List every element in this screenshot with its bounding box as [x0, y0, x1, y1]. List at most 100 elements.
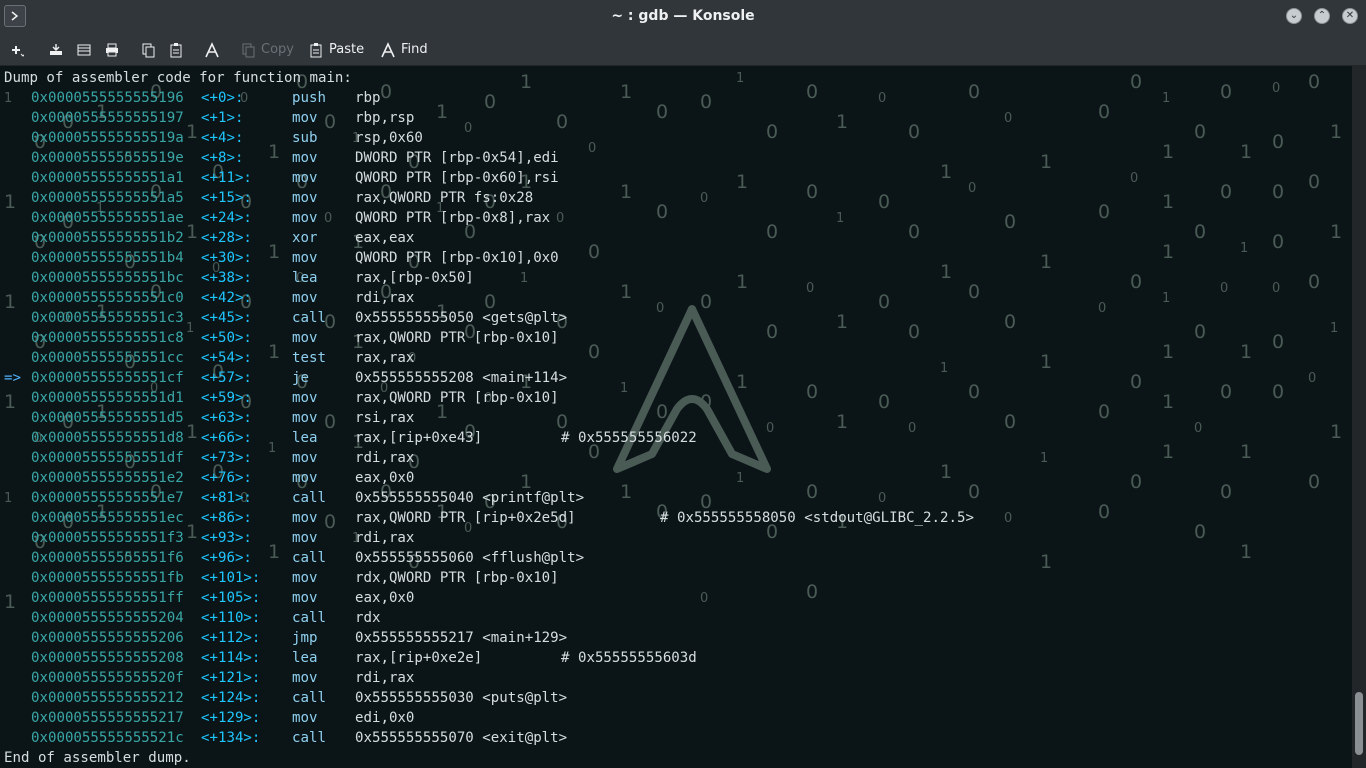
instruction-operands: rbp,rsp: [355, 110, 415, 126]
instruction-mnemonic: call: [292, 730, 326, 746]
instruction-mnemonic: mov: [292, 470, 318, 486]
instruction-operands: 0x555555555208 <main+114>: [355, 370, 568, 386]
instruction-address: 0x00005555555551c0: [31, 290, 184, 306]
instruction-row: 0x00005555555551f6 <+96>: call 0x5555555550…: [4, 548, 1344, 568]
instruction-mnemonic: sub: [292, 130, 318, 146]
instruction-row: 0x0000555555555206 <+112>: jmp 0x5555555552…: [4, 628, 1344, 648]
instruction-mnemonic: mov: [292, 150, 318, 166]
maximize-icon: ⌃: [1317, 10, 1327, 21]
instruction-operands: rdi,rax: [355, 290, 415, 306]
paste-button-icon-only[interactable]: [168, 40, 184, 59]
instruction-mnemonic: test: [292, 350, 326, 366]
instruction-mnemonic: push: [292, 90, 326, 106]
instruction-operands: rsi,rax: [355, 410, 415, 426]
split-view-icon: [48, 42, 64, 58]
instruction-mnemonic: je: [292, 370, 309, 386]
instruction-mnemonic: call: [292, 690, 326, 706]
instruction-offset: <+66>:: [201, 430, 252, 446]
view-button[interactable]: [76, 40, 92, 59]
paste-button[interactable]: Paste: [308, 40, 364, 59]
new-tab-icon: [8, 42, 24, 58]
instruction-offset: <+86>:: [201, 510, 252, 526]
find-button-icon-only[interactable]: [204, 40, 220, 59]
instruction-address: 0x0000555555555212: [31, 690, 184, 706]
instruction-operands: 0x555555555060 <fflush@plt>: [355, 550, 585, 566]
instruction-comment: # 0x555555558050 <stdout@GLIBC_2.2.5>: [660, 510, 974, 526]
scrollbar-thumb[interactable]: [1355, 692, 1363, 755]
instruction-operands: rdi,rax: [355, 530, 415, 546]
instruction-offset: <+121>:: [201, 670, 261, 686]
instruction-address: 0x00005555555551a5: [31, 190, 184, 206]
instruction-address: 0x000055555555520f: [31, 670, 184, 686]
scrollbar[interactable]: [1352, 66, 1366, 768]
instruction-row: 0x00005555555551d5 <+63>: mov rsi,rax: [4, 408, 1344, 428]
instruction-offset: <+0>:: [201, 90, 244, 106]
instruction-offset: <+105>:: [201, 590, 261, 606]
close-button[interactable]: ✕: [1342, 8, 1358, 24]
instruction-offset: <+129>:: [201, 710, 261, 726]
instruction-address: 0x00005555555551e7: [31, 490, 184, 506]
title-bar[interactable]: ~ : gdb — Konsole ⌄ ⌃ ✕: [0, 0, 1366, 34]
maximize-button[interactable]: ⌃: [1314, 8, 1330, 24]
instruction-address: 0x00005555555551d5: [31, 410, 184, 426]
dump-header: Dump of assembler code for function main…: [4, 70, 352, 86]
instruction-address: 0x00005555555551cc: [31, 350, 184, 366]
instruction-address: 0x0000555555555196: [31, 90, 184, 106]
instruction-operands: rax,QWORD PTR fs:0x28: [355, 190, 534, 206]
instruction-operands: 0x555555555217 <main+129>: [355, 630, 568, 646]
instruction-row: 0x00005555555551c3 <+45>: call 0x5555555550…: [4, 308, 1344, 328]
find-button[interactable]: Find: [380, 40, 428, 59]
instruction-row: 0x0000555555555212 <+124>: call 0x555555555…: [4, 688, 1344, 708]
copy-button-icon-only[interactable]: [140, 40, 156, 59]
copy-button[interactable]: Copy: [240, 40, 294, 59]
instruction-row: 0x00005555555551f3 <+93>: mov rdi,rax: [4, 528, 1344, 548]
current-instruction-marker: =>: [4, 370, 21, 386]
instruction-offset: <+112>:: [201, 630, 261, 646]
instruction-row: 0x000055555555519e <+8>: mov DWORD PTR [rbp…: [4, 148, 1344, 168]
instruction-operands: rdi,rax: [355, 450, 415, 466]
instruction-row: 0x00005555555551b2 <+28>: xor eax,eax: [4, 228, 1344, 248]
instruction-operands: rax,QWORD PTR [rbp-0x10]: [355, 390, 559, 406]
instruction-address: 0x00005555555551bc: [31, 270, 184, 286]
instruction-operands: 0x555555555030 <puts@plt>: [355, 690, 568, 706]
instruction-address: 0x00005555555551c3: [31, 310, 184, 326]
instruction-row: 0x0000555555555204 <+110>: call rdx: [4, 608, 1344, 628]
instruction-mnemonic: jmp: [292, 630, 318, 646]
instruction-address: 0x0000555555555206: [31, 630, 184, 646]
instruction-offset: <+1>:: [201, 110, 244, 126]
instruction-operands: 0x555555555050 <gets@plt>: [355, 310, 568, 326]
dump-footer: End of assembler dump.: [4, 750, 191, 766]
instruction-mnemonic: mov: [292, 390, 318, 406]
instruction-offset: <+114>:: [201, 650, 261, 666]
instruction-mnemonic: call: [292, 490, 326, 506]
instruction-mnemonic: mov: [292, 210, 318, 226]
instruction-address: 0x000055555555519e: [31, 150, 184, 166]
instruction-offset: <+11>:: [201, 170, 252, 186]
instruction-row: 0x00005555555551a1 <+11>: mov QWORD PTR [rb…: [4, 168, 1344, 188]
instruction-row: 0x00005555555551fb <+101>: mov rdx,QWORD PT…: [4, 568, 1344, 588]
new-tab-button[interactable]: [8, 40, 24, 59]
instruction-row: 0x000055555555521c <+134>: call 0x555555555…: [4, 728, 1344, 748]
instruction-mnemonic: mov: [292, 170, 318, 186]
copy-icon: [140, 42, 156, 58]
instruction-row: 0x00005555555551ff <+105>: mov eax,0x0: [4, 588, 1344, 608]
copy-icon: [240, 42, 256, 58]
instruction-address: 0x00005555555551d8: [31, 430, 184, 446]
instruction-offset: <+57>:: [201, 370, 252, 386]
instruction-operands: eax,0x0: [355, 590, 415, 606]
instruction-address: 0x00005555555551a1: [31, 170, 184, 186]
instruction-row: 0x0000555555555217 <+129>: mov edi,0x0: [4, 708, 1344, 728]
instruction-offset: <+73>:: [201, 450, 252, 466]
instruction-address: 0x0000555555555217: [31, 710, 184, 726]
terminal-view[interactable]: 1111110000000000111110000000000111110000…: [0, 66, 1352, 768]
instruction-mnemonic: mov: [292, 110, 318, 126]
instruction-address: 0x000055555555519a: [31, 130, 184, 146]
split-view-button[interactable]: [48, 40, 64, 59]
minimize-button[interactable]: ⌄: [1286, 8, 1302, 24]
instruction-address: 0x000055555555521c: [31, 730, 184, 746]
instruction-mnemonic: lea: [292, 430, 318, 446]
print-button[interactable]: [104, 40, 120, 59]
instruction-operands: QWORD PTR [rbp-0x10],0x0: [355, 250, 559, 266]
instruction-offset: <+81>:: [201, 490, 252, 506]
instruction-address: 0x00005555555551d1: [31, 390, 184, 406]
